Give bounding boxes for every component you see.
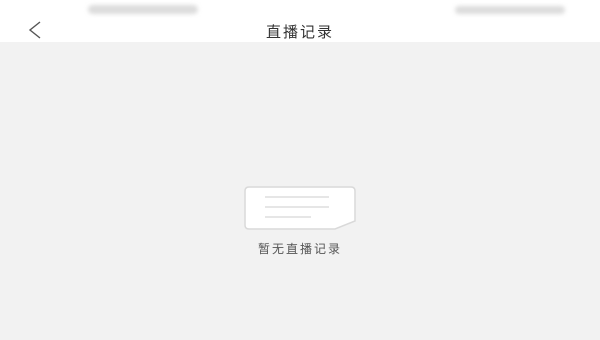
status-bar [0,0,600,20]
document-icon [244,186,356,230]
empty-state-area: 暂无直播记录 [0,42,600,340]
screen: 直播记录 暂无直播记录 [0,0,600,340]
nav-bar: 直播记录 [0,18,600,42]
status-bar-left-info [88,5,198,14]
page-title: 直播记录 [265,23,334,41]
status-bar-right-info [455,6,565,14]
empty-state-message: 暂无直播记录 [257,242,342,256]
